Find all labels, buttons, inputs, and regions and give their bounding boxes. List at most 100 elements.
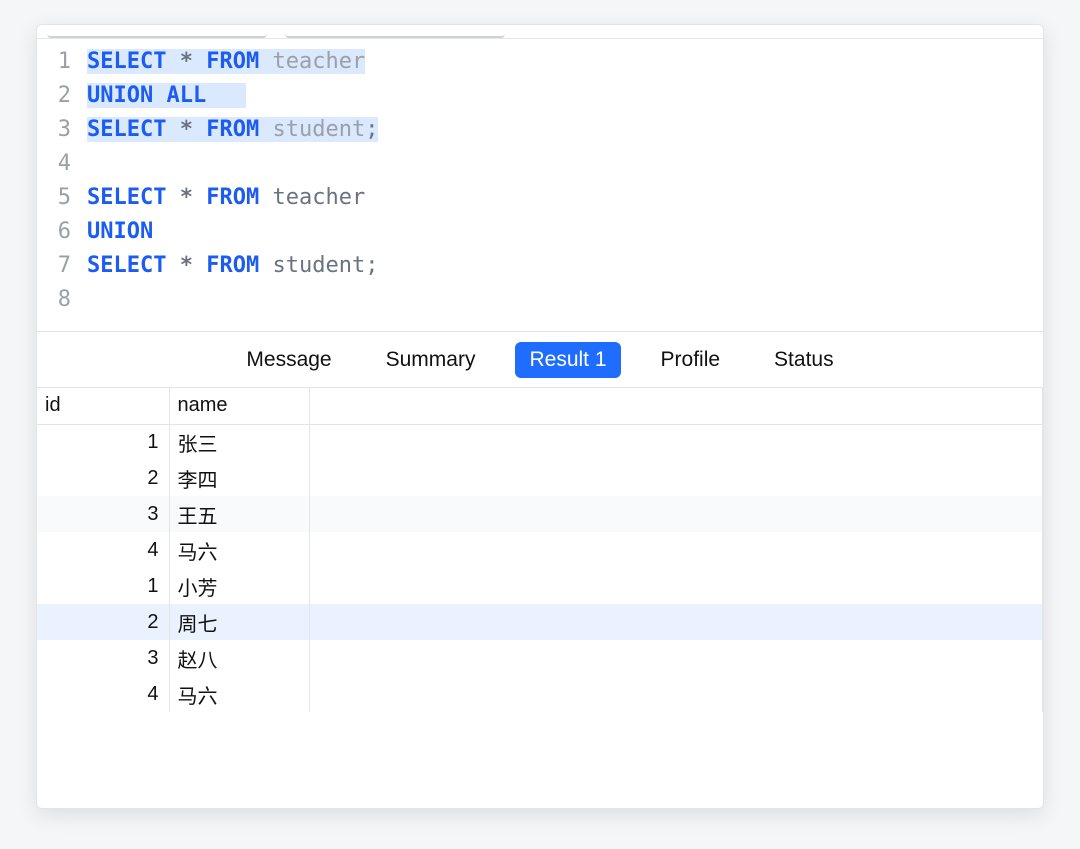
- cell-id[interactable]: 4: [37, 676, 169, 712]
- cell-name[interactable]: 小芳: [169, 568, 309, 604]
- token-kw: ALL: [166, 83, 206, 108]
- cell-name[interactable]: 马六: [169, 532, 309, 568]
- code-line[interactable]: [87, 147, 1043, 181]
- code-line[interactable]: SELECT * FROM student;: [87, 113, 1043, 147]
- token-id: student: [272, 253, 365, 278]
- line-number: 8: [37, 283, 71, 317]
- table-row[interactable]: 1张三: [37, 424, 1043, 460]
- line-number: 5: [37, 181, 71, 215]
- result-tabbar: Message Summary Result 1 Profile Status: [37, 332, 1043, 388]
- cell-name[interactable]: 周七: [169, 604, 309, 640]
- code-line[interactable]: UNION ALL: [87, 79, 1043, 113]
- tab-profile[interactable]: Profile: [647, 342, 735, 378]
- tab-summary[interactable]: Summary: [372, 342, 490, 378]
- cell-name[interactable]: 王五: [169, 496, 309, 532]
- token-op: *: [180, 49, 193, 74]
- cell-id[interactable]: 1: [37, 568, 169, 604]
- code-line[interactable]: SELECT * FROM teacher: [87, 45, 1043, 79]
- result-header-row: id name: [37, 388, 1043, 424]
- cell-empty: [309, 640, 1043, 676]
- token-pn: ;: [365, 253, 378, 278]
- token-kw: SELECT: [87, 49, 166, 74]
- cell-id[interactable]: 2: [37, 460, 169, 496]
- token-sp: [166, 49, 179, 74]
- token-kw: FROM: [206, 185, 259, 210]
- tab-message[interactable]: Message: [232, 342, 345, 378]
- token-kw: SELECT: [87, 253, 166, 278]
- line-number: 2: [37, 79, 71, 113]
- token-pn: ;: [365, 117, 378, 142]
- cell-empty: [309, 532, 1043, 568]
- toolbar-chip: [47, 30, 267, 38]
- column-header-id[interactable]: id: [37, 388, 169, 424]
- token-sp: [259, 253, 272, 278]
- table-row[interactable]: 4马六: [37, 532, 1043, 568]
- line-number: 7: [37, 249, 71, 283]
- tab-status[interactable]: Status: [760, 342, 848, 378]
- table-row[interactable]: 2周七: [37, 604, 1043, 640]
- line-number: 6: [37, 215, 71, 249]
- token-sp: [193, 117, 206, 142]
- token-op: *: [180, 185, 193, 210]
- toolbar-chip: [285, 30, 505, 38]
- token-sp: [259, 117, 272, 142]
- line-number: 4: [37, 147, 71, 181]
- table-row[interactable]: 4马六: [37, 676, 1043, 712]
- sql-editor-window: 12345678 SELECT * FROM teacherUNION ALL …: [36, 24, 1044, 809]
- code-line[interactable]: UNION: [87, 215, 1043, 249]
- token-sp: [166, 185, 179, 210]
- token-op: *: [180, 117, 193, 142]
- cell-id[interactable]: 3: [37, 640, 169, 676]
- table-row[interactable]: 1小芳: [37, 568, 1043, 604]
- token-selid: teacher: [272, 49, 365, 74]
- tab-result-1[interactable]: Result 1: [515, 342, 620, 378]
- code-line[interactable]: [87, 283, 1043, 317]
- token-sp: [259, 185, 272, 210]
- token-sp: [206, 83, 246, 108]
- cell-empty: [309, 460, 1043, 496]
- token-kw: UNION: [87, 83, 153, 108]
- cell-id[interactable]: 1: [37, 424, 169, 460]
- line-number: 1: [37, 45, 71, 79]
- column-header-empty: [309, 388, 1043, 424]
- token-sp: [259, 49, 272, 74]
- cell-id[interactable]: 3: [37, 496, 169, 532]
- token-kw: SELECT: [87, 185, 166, 210]
- table-row[interactable]: 2李四: [37, 460, 1043, 496]
- token-op: *: [180, 253, 193, 278]
- token-id: teacher: [272, 185, 365, 210]
- token-kw: SELECT: [87, 117, 166, 142]
- line-number-gutter: 12345678: [37, 45, 87, 317]
- token-sp: [166, 253, 179, 278]
- cell-name[interactable]: 马六: [169, 676, 309, 712]
- token-sp: [193, 253, 206, 278]
- token-sp: [193, 185, 206, 210]
- cell-id[interactable]: 4: [37, 532, 169, 568]
- cell-name[interactable]: 赵八: [169, 640, 309, 676]
- cell-id[interactable]: 2: [37, 604, 169, 640]
- token-sp: [193, 49, 206, 74]
- table-row[interactable]: 3王五: [37, 496, 1043, 532]
- cell-name[interactable]: 张三: [169, 424, 309, 460]
- code-line[interactable]: SELECT * FROM teacher: [87, 181, 1043, 215]
- line-number: 3: [37, 113, 71, 147]
- cell-empty: [309, 676, 1043, 712]
- result-grid[interactable]: id name 1张三2李四3王五4马六1小芳2周七3赵八4马六: [37, 388, 1043, 808]
- token-sp: [166, 117, 179, 142]
- cell-empty: [309, 496, 1043, 532]
- token-kw: UNION: [87, 219, 153, 244]
- token-kw: FROM: [206, 253, 259, 278]
- sql-editor[interactable]: 12345678 SELECT * FROM teacherUNION ALL …: [37, 39, 1043, 331]
- token-kw: FROM: [206, 49, 259, 74]
- cell-name[interactable]: 李四: [169, 460, 309, 496]
- table-row[interactable]: 3赵八: [37, 640, 1043, 676]
- code-area[interactable]: SELECT * FROM teacherUNION ALL SELECT * …: [87, 45, 1043, 317]
- code-line[interactable]: SELECT * FROM student;: [87, 249, 1043, 283]
- cell-empty: [309, 424, 1043, 460]
- token-selid: student: [272, 117, 365, 142]
- token-kw: FROM: [206, 117, 259, 142]
- toolbar-stub: [37, 25, 1043, 39]
- cell-empty: [309, 568, 1043, 604]
- cell-empty: [309, 604, 1043, 640]
- column-header-name[interactable]: name: [169, 388, 309, 424]
